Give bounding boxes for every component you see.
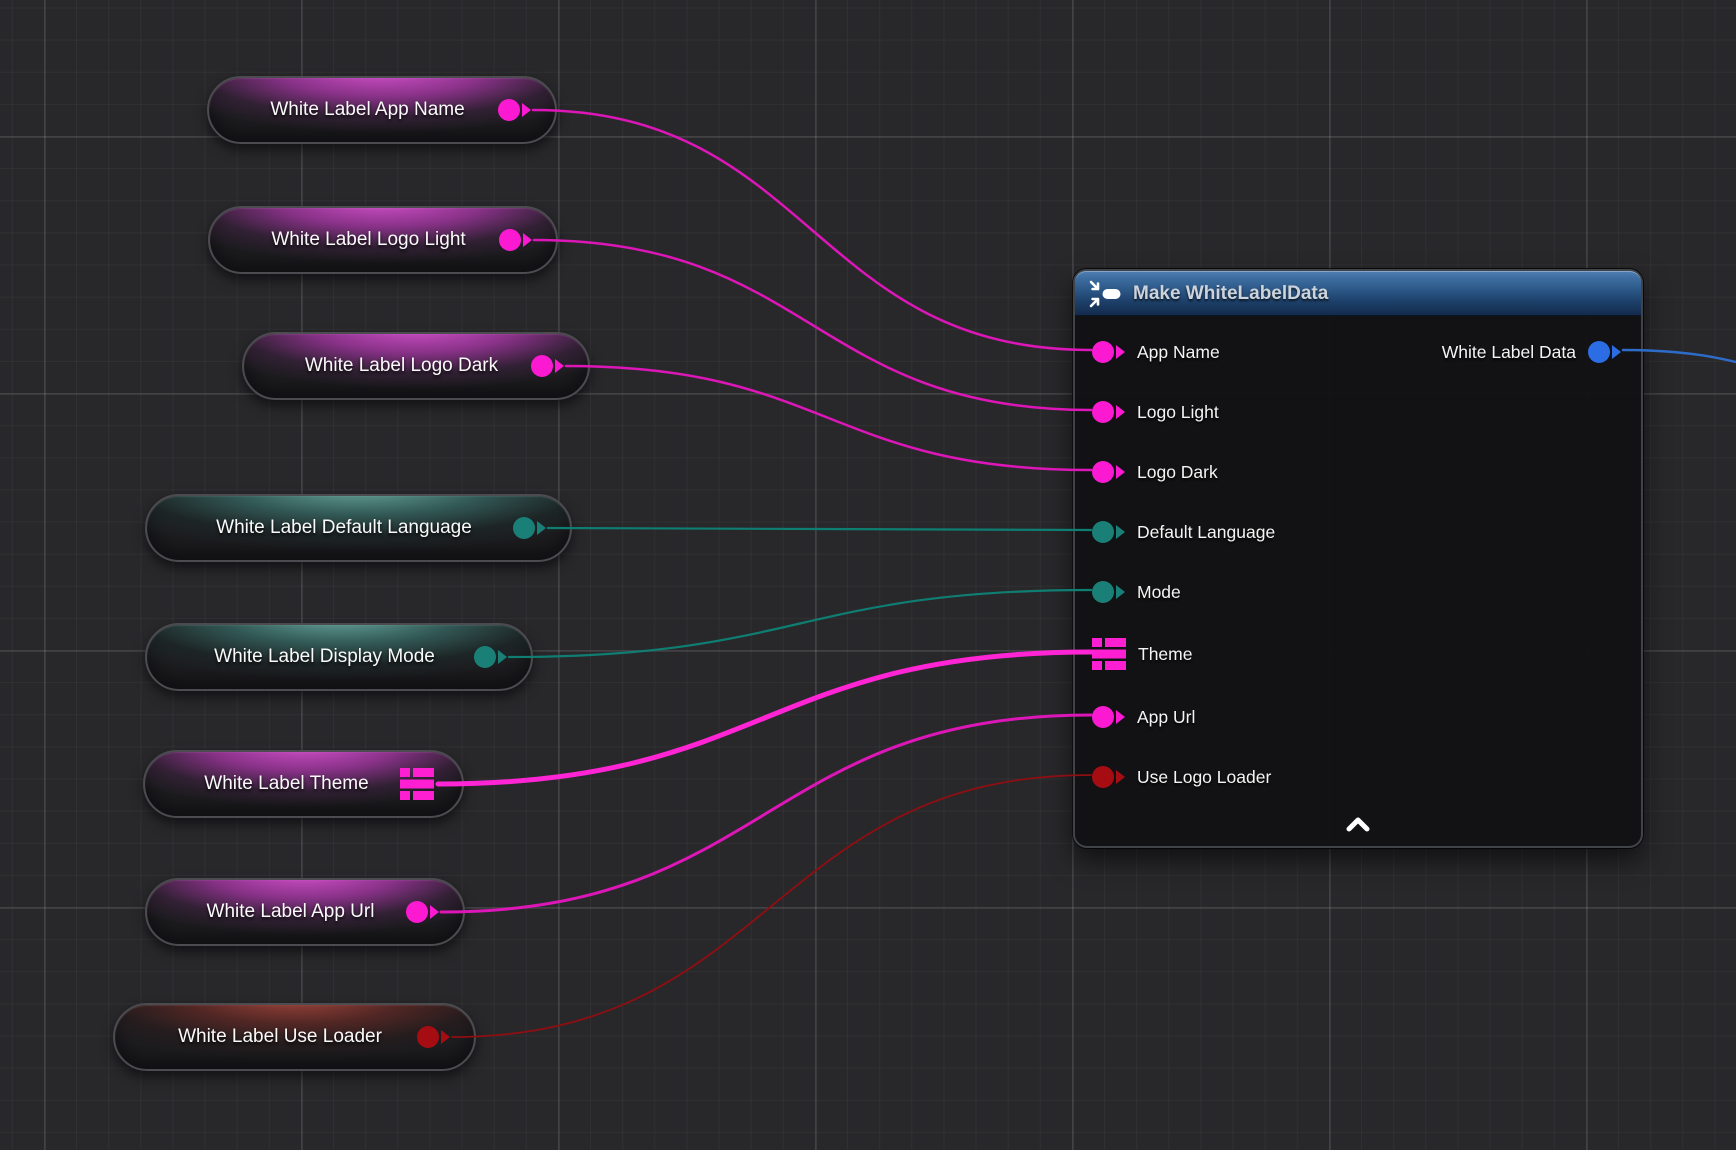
teal-pin-arrow-icon bbox=[1116, 525, 1125, 539]
teal-pin-circle-icon bbox=[513, 517, 535, 539]
magenta-pin-circle-icon bbox=[1092, 341, 1114, 363]
input-pin-label: App Name bbox=[1137, 342, 1220, 363]
input-pin-label: Default Language bbox=[1137, 522, 1275, 543]
input-pin-3[interactable] bbox=[1092, 521, 1125, 543]
make-whitelabeldata-node[interactable]: Make WhiteLabelData App Name Logo Light Lo… bbox=[1073, 269, 1643, 848]
make-struct-icon bbox=[1087, 279, 1123, 309]
struct-pin-icon bbox=[400, 768, 434, 800]
input-pin-row-app-url[interactable]: App Url bbox=[1092, 695, 1195, 739]
red-pin-circle-icon bbox=[1092, 766, 1114, 788]
variable-node-app-name[interactable]: White Label App Name bbox=[207, 76, 557, 144]
variable-node-app-url[interactable]: White Label App Url bbox=[145, 878, 465, 946]
input-pin-1[interactable] bbox=[1092, 401, 1125, 423]
teal-pin-arrow-icon bbox=[537, 521, 546, 535]
variable-node-logo-light[interactable]: White Label Logo Light bbox=[208, 206, 558, 274]
variable-output-pin-app-url[interactable] bbox=[406, 901, 439, 923]
input-pin-label: Logo Light bbox=[1137, 402, 1219, 423]
variable-output-pin-display-mode[interactable] bbox=[474, 646, 507, 668]
variable-node-label: White Label App Name bbox=[209, 99, 498, 121]
variable-node-label: White Label Logo Dark bbox=[244, 355, 531, 377]
output-pin-circle[interactable] bbox=[1588, 341, 1621, 363]
input-pin-7[interactable] bbox=[1092, 766, 1125, 788]
variable-output-pin-app-name[interactable] bbox=[498, 99, 531, 121]
input-pin-row-default-language[interactable]: Default Language bbox=[1092, 510, 1275, 554]
magenta-pin-circle-icon bbox=[406, 901, 428, 923]
blue-pin-arrow-icon bbox=[1612, 345, 1621, 359]
input-pin-row-logo-light[interactable]: Logo Light bbox=[1092, 390, 1219, 434]
white-label-data-output-pin[interactable] bbox=[1588, 341, 1621, 363]
magenta-pin-arrow-icon bbox=[523, 233, 532, 247]
magenta-pin-arrow-icon bbox=[1116, 405, 1125, 419]
variable-node-label: White Label Display Mode bbox=[147, 646, 474, 668]
variable-node-label: White Label App Url bbox=[147, 901, 406, 923]
magenta-pin-arrow-icon bbox=[1116, 710, 1125, 724]
magenta-pin-arrow-icon bbox=[555, 359, 564, 373]
variable-output-pin-use-loader[interactable] bbox=[417, 1026, 450, 1048]
variable-node-theme[interactable]: White Label Theme bbox=[143, 750, 464, 818]
magenta-pin-arrow-icon bbox=[522, 103, 531, 117]
variable-output-pin-logo-dark[interactable] bbox=[531, 355, 564, 377]
magenta-pin-circle-icon bbox=[1092, 401, 1114, 423]
input-pin-label: App Url bbox=[1137, 707, 1195, 728]
variable-node-default-language[interactable]: White Label Default Language bbox=[145, 494, 572, 562]
teal-pin-circle-icon bbox=[1092, 581, 1114, 603]
variable-node-label: White Label Default Language bbox=[147, 517, 513, 539]
variable-node-display-mode[interactable]: White Label Display Mode bbox=[145, 623, 533, 691]
input-pin-label: Logo Dark bbox=[1137, 462, 1218, 483]
input-pin-2[interactable] bbox=[1092, 461, 1125, 483]
struct-pin-icon bbox=[1092, 638, 1126, 670]
teal-pin-arrow-icon bbox=[498, 650, 507, 664]
input-pin-row-logo-dark[interactable]: Logo Dark bbox=[1092, 450, 1218, 494]
input-pin-4[interactable] bbox=[1092, 581, 1125, 603]
input-pin-0[interactable] bbox=[1092, 341, 1125, 363]
make-node-header[interactable]: Make WhiteLabelData bbox=[1075, 271, 1641, 316]
blue-pin-circle-icon bbox=[1588, 341, 1610, 363]
magenta-pin-circle-icon bbox=[499, 229, 521, 251]
make-node-title: Make WhiteLabelData bbox=[1133, 283, 1328, 305]
variable-output-pin-theme[interactable] bbox=[400, 768, 434, 800]
red-pin-circle-icon bbox=[417, 1026, 439, 1048]
magenta-pin-arrow-icon bbox=[1116, 465, 1125, 479]
input-pin-label: Use Logo Loader bbox=[1137, 767, 1271, 788]
teal-pin-circle-icon bbox=[1092, 521, 1114, 543]
input-pin-row-mode[interactable]: Mode bbox=[1092, 570, 1181, 614]
output-pin-label: White Label Data bbox=[1442, 342, 1576, 363]
variable-output-pin-default-language[interactable] bbox=[513, 517, 546, 539]
blueprint-canvas[interactable]: White Label App Name White Label Logo Lig… bbox=[0, 0, 1736, 1150]
variable-node-use-loader[interactable]: White Label Use Loader bbox=[113, 1003, 476, 1071]
magenta-pin-arrow-icon bbox=[1116, 345, 1125, 359]
red-pin-arrow-icon bbox=[1116, 770, 1125, 784]
teal-pin-circle-icon bbox=[474, 646, 496, 668]
input-pin-row-app-name[interactable]: App Name bbox=[1092, 330, 1220, 374]
collapse-node-button[interactable] bbox=[1341, 814, 1375, 839]
chevron-up-icon bbox=[1341, 814, 1375, 834]
magenta-pin-arrow-icon bbox=[430, 905, 439, 919]
magenta-pin-circle-icon bbox=[1092, 461, 1114, 483]
magenta-pin-circle-icon bbox=[531, 355, 553, 377]
variable-node-label: White Label Theme bbox=[145, 773, 400, 795]
variable-node-label: White Label Use Loader bbox=[115, 1026, 417, 1048]
input-pin-row-theme[interactable]: Theme bbox=[1092, 632, 1192, 676]
variable-node-label: White Label Logo Light bbox=[210, 229, 499, 251]
input-pin-5[interactable] bbox=[1092, 638, 1126, 670]
input-pin-6[interactable] bbox=[1092, 706, 1125, 728]
input-pin-label: Theme bbox=[1138, 644, 1192, 665]
variable-node-logo-dark[interactable]: White Label Logo Dark bbox=[242, 332, 590, 400]
magenta-pin-circle-icon bbox=[1092, 706, 1114, 728]
input-pin-label: Mode bbox=[1137, 582, 1181, 603]
red-pin-arrow-icon bbox=[441, 1030, 450, 1044]
magenta-pin-circle-icon bbox=[498, 99, 520, 121]
output-pin-row[interactable]: White Label Data bbox=[1442, 330, 1621, 374]
nodes-layer: White Label App Name White Label Logo Lig… bbox=[0, 0, 1736, 1150]
teal-pin-arrow-icon bbox=[1116, 585, 1125, 599]
input-pin-row-use-logo-loader[interactable]: Use Logo Loader bbox=[1092, 755, 1271, 799]
variable-output-pin-logo-light[interactable] bbox=[499, 229, 532, 251]
